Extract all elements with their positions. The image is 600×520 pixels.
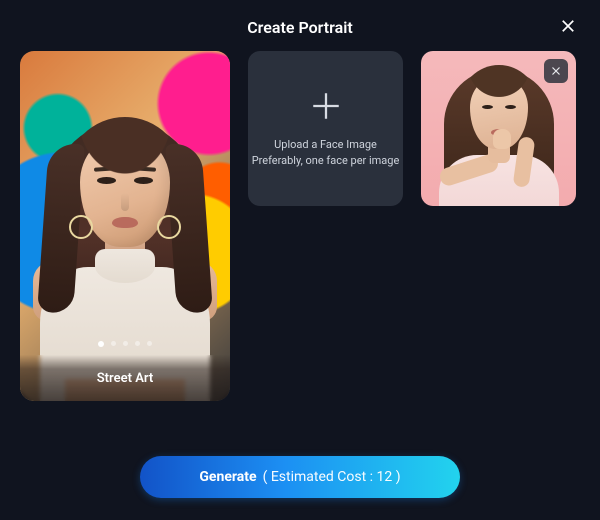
close-icon xyxy=(559,17,577,39)
carousel-dot[interactable] xyxy=(123,341,128,346)
remove-image-button[interactable] xyxy=(544,59,568,83)
upload-instructions: Upload a Face Image Preferably, one face… xyxy=(252,137,400,169)
generate-button[interactable]: Generate ( Estimated Cost : 12 ) xyxy=(140,456,460,498)
right-column: Upload a Face Image Preferably, one face… xyxy=(248,51,580,206)
content-row: Street Art Upload a Face Image Preferabl… xyxy=(0,51,600,401)
upload-line-1: Upload a Face Image xyxy=(274,138,377,151)
create-portrait-modal: Create Portrait xyxy=(0,0,600,520)
generate-label: Generate xyxy=(199,469,256,485)
style-card[interactable]: Street Art xyxy=(20,51,230,401)
carousel-dot[interactable] xyxy=(111,341,116,346)
generate-cost: ( Estimated Cost : 12 ) xyxy=(263,469,401,485)
carousel-dot[interactable] xyxy=(147,341,152,346)
carousel-dot[interactable] xyxy=(135,341,140,346)
upload-line-2: Preferably, one face per image xyxy=(252,153,400,169)
uploaded-face-preview xyxy=(421,51,576,206)
plus-icon xyxy=(309,89,343,127)
close-icon xyxy=(550,62,562,81)
close-button[interactable] xyxy=(554,14,582,42)
carousel-dots[interactable] xyxy=(20,341,230,347)
modal-title: Create Portrait xyxy=(0,0,600,51)
carousel-dot[interactable] xyxy=(98,341,104,347)
upload-face-button[interactable]: Upload a Face Image Preferably, one face… xyxy=(248,51,403,206)
style-caption: Street Art xyxy=(20,355,230,401)
